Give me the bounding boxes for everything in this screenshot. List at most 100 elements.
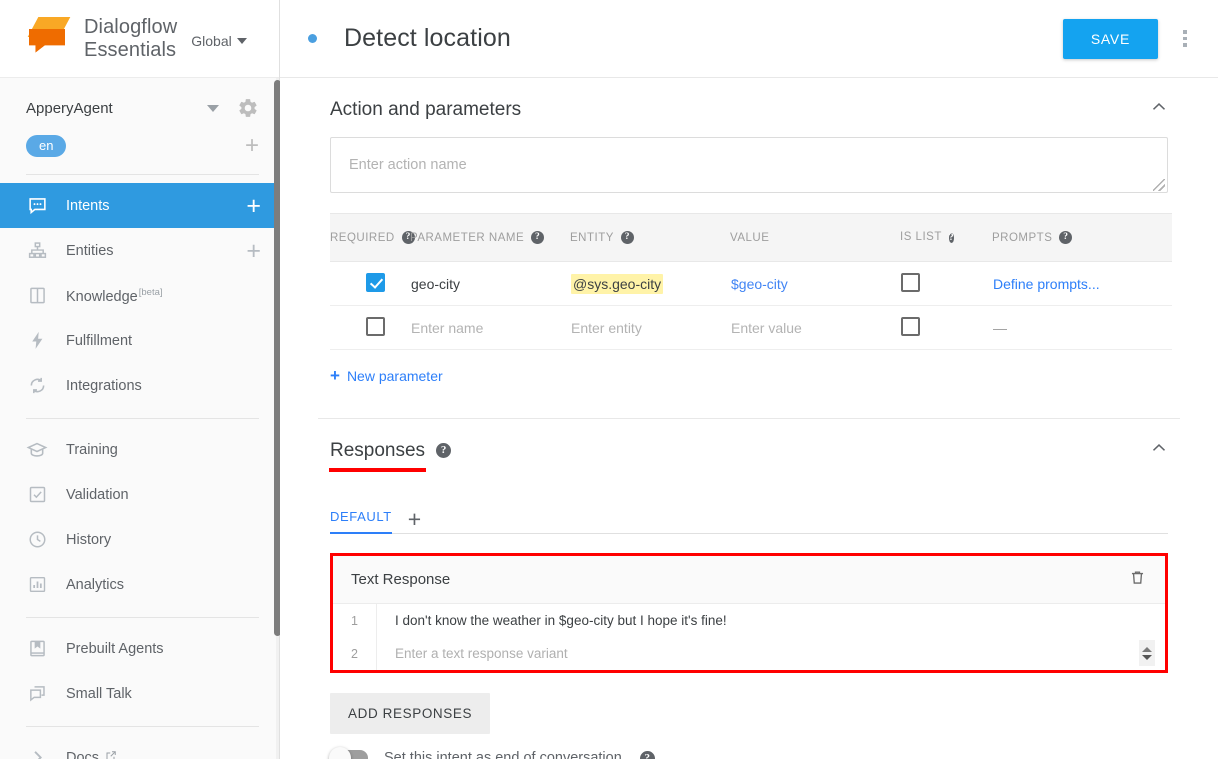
sidebar-item-analytics[interactable]: Analytics	[0, 562, 279, 607]
parameter-value: Enter value	[731, 319, 802, 336]
sidebar-item-knowledge[interactable]: Knowledge[beta]	[0, 273, 279, 318]
page-title: Detect location	[344, 24, 511, 52]
collapse-action-section-icon[interactable]	[1148, 96, 1170, 123]
sidebar-item-intents[interactable]: Intents +	[0, 183, 279, 228]
is-list-cell	[900, 305, 992, 350]
add-responses-button[interactable]: ADD RESPONSES	[330, 693, 491, 734]
line-number: 1	[333, 604, 377, 637]
column-header-label: ENTITY	[570, 231, 614, 244]
required-cell	[330, 305, 410, 350]
text-response-line[interactable]: 2 Enter a text response variant	[333, 637, 1165, 670]
parameter-value-cell[interactable]: $geo-city	[730, 261, 900, 306]
sidebar-item-label: Fulfillment	[66, 332, 133, 349]
parameter-name: geo-city	[411, 275, 461, 292]
column-header-label: PROMPTS	[992, 231, 1053, 244]
sidebar-item-training[interactable]: Training	[0, 427, 279, 472]
parameter-name-cell[interactable]: geo-city	[410, 261, 570, 306]
help-icon[interactable]: ?	[531, 231, 545, 244]
sidebar-nav: Intents + Entities + Knowledge[beta] Fulfillm…	[0, 183, 279, 759]
sidebar-item-label: Small Talk	[66, 685, 132, 702]
parameter-entity-cell[interactable]: @sys.geo-city	[570, 261, 730, 306]
sidebar-item-label: Analytics	[66, 576, 125, 593]
sidebar-item-small-talk[interactable]: Small Talk	[0, 671, 279, 716]
required-cell	[330, 261, 410, 306]
collapse-responses-section-icon[interactable]	[1148, 437, 1170, 464]
parameter-entity-cell[interactable]: Enter entity	[570, 305, 730, 350]
lightning-icon	[26, 330, 48, 352]
action-name-input[interactable]: Enter action name	[330, 137, 1168, 193]
more-options-icon[interactable]	[1170, 30, 1200, 47]
plus-icon: +	[330, 366, 340, 385]
sync-icon	[26, 375, 48, 397]
dialogflow-logo-icon	[26, 15, 72, 63]
text-response-title: Text Response	[351, 571, 451, 588]
resize-handle-icon[interactable]	[1153, 179, 1165, 191]
required-checkbox[interactable]	[366, 272, 385, 292]
help-icon[interactable]: ?	[436, 443, 452, 458]
sidebar-item-label: Validation	[66, 486, 129, 503]
sidebar-item-label: History	[66, 531, 112, 548]
sidebar-item-fulfillment[interactable]: Fulfillment	[0, 318, 279, 363]
help-icon[interactable]: ?	[1059, 231, 1073, 244]
variant-stepper[interactable]	[1139, 640, 1155, 666]
end-of-conversation-toggle[interactable]	[329, 747, 368, 759]
language-row: en +	[0, 128, 279, 164]
is-list-checkbox[interactable]	[901, 316, 920, 336]
prompts-cell[interactable]: Define prompts...	[992, 261, 1172, 306]
text-response-header: Text Response	[333, 556, 1165, 604]
text-response-lines: 1 I don't know the weather in $geo-city b…	[333, 604, 1165, 670]
sidebar-item-docs[interactable]: Docs	[0, 735, 279, 759]
sidebar-item-integrations[interactable]: Integrations	[0, 363, 279, 408]
save-button[interactable]: SAVE	[1062, 18, 1158, 59]
sidebar-item-prebuilt-agents[interactable]: Prebuilt Agents	[0, 626, 279, 671]
gear-icon[interactable]	[237, 97, 259, 119]
column-header-value: VALUE	[730, 213, 900, 262]
help-icon[interactable]: ?	[639, 750, 655, 759]
sidebar-item-history[interactable]: History	[0, 517, 279, 562]
define-prompts-link[interactable]: Define prompts...	[993, 276, 1100, 292]
trash-icon[interactable]	[1128, 568, 1147, 592]
add-language-button[interactable]: +	[245, 134, 259, 158]
language-chip-en[interactable]: en	[26, 135, 67, 157]
parameter-entity: @sys.geo-city	[571, 273, 664, 294]
parameter-entity: Enter entity	[571, 319, 642, 336]
graduation-cap-icon	[26, 439, 48, 461]
table-row: Enter name Enter entity Enter value —	[330, 305, 1172, 350]
tab-default[interactable]: DEFAULT	[330, 509, 392, 534]
brand-name: Dialogflow Essentials	[84, 16, 177, 62]
new-parameter-button[interactable]: + New parameter	[330, 366, 1190, 386]
prompts-cell[interactable]: —	[992, 305, 1172, 350]
agent-selector[interactable]: ApperyAgent	[0, 88, 279, 128]
chevron-right-icon	[26, 747, 48, 759]
parameter-name-cell[interactable]: Enter name	[410, 305, 570, 350]
sidebar-item-label: Prebuilt Agents	[66, 640, 164, 657]
chevron-down-icon[interactable]	[207, 104, 219, 112]
sidebar-item-label: Docs	[66, 750, 261, 759]
region-selector[interactable]: Global	[191, 29, 247, 49]
parameter-value-cell[interactable]: Enter value	[730, 305, 900, 350]
text-response-line[interactable]: 1 I don't know the weather in $geo-city b…	[333, 604, 1165, 637]
end-of-conversation-label: Set this intent as end of conversation	[384, 750, 622, 759]
help-icon[interactable]: ?	[620, 231, 634, 244]
column-header-label: REQUIRED	[330, 231, 395, 244]
help-icon[interactable]: ?	[948, 232, 955, 243]
intent-status-dot-icon	[308, 34, 317, 43]
sidebar-item-entities[interactable]: Entities +	[0, 228, 279, 273]
text-response-placeholder: Enter a text response variant	[395, 646, 568, 661]
add-entities-button[interactable]: +	[246, 238, 261, 263]
external-link-icon	[105, 750, 117, 759]
add-response-tab-button[interactable]: +	[408, 508, 421, 533]
required-checkbox[interactable]	[366, 316, 385, 336]
is-list-cell	[900, 261, 992, 306]
clock-icon	[26, 529, 48, 551]
hierarchy-icon	[26, 240, 48, 262]
add-intents-button[interactable]: +	[246, 193, 261, 218]
sidebar-item-label: Intents	[66, 197, 110, 214]
sidebar-item-validation[interactable]: Validation	[0, 472, 279, 517]
divider	[26, 726, 259, 727]
dialogflow-console: Dialogflow Essentials Global ApperyAgent…	[0, 0, 1218, 759]
end-of-conversation-row: Set this intent as end of conversation ?	[329, 747, 1190, 759]
is-list-checkbox[interactable]	[901, 272, 920, 292]
action-section-header: Action and parameters	[308, 78, 1190, 137]
sidebar-item-label: Knowledge[beta]	[66, 286, 163, 305]
